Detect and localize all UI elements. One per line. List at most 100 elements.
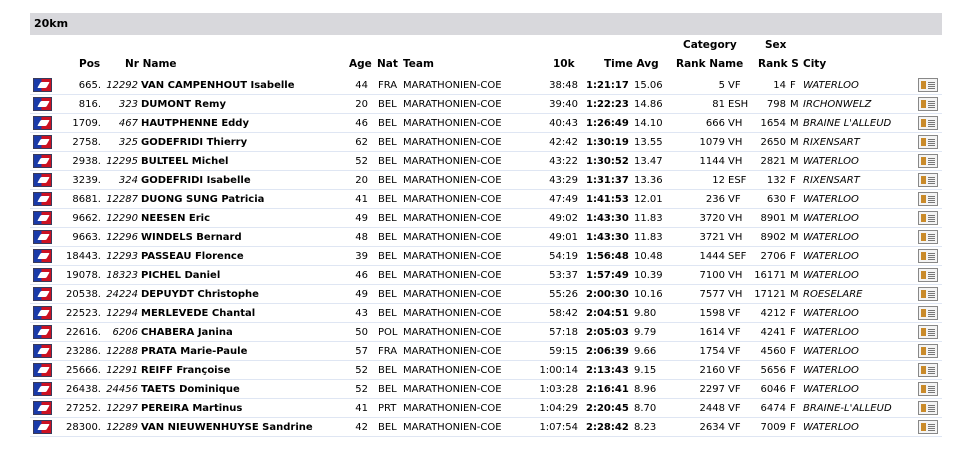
cell-nat: BEL: [378, 365, 397, 376]
cell-city: RIXENSART: [803, 175, 860, 186]
runner-flag-icon[interactable]: [33, 135, 52, 149]
cell-10k: 54:19: [549, 251, 578, 262]
certificate-icon[interactable]: [918, 78, 938, 92]
cell-nat: FRA: [378, 346, 398, 357]
cell-team: MARATHONIEN-COE: [403, 270, 502, 281]
cell-rank-s: 4212: [760, 308, 786, 319]
cell-city: WATERLOO: [803, 308, 859, 319]
cell-time: 1:43:30: [586, 232, 629, 243]
certificate-icon[interactable]: [918, 401, 938, 415]
runner-flag-icon[interactable]: [33, 325, 52, 339]
cell-category: VH: [728, 137, 743, 148]
cell-time: 1:43:30: [586, 213, 629, 224]
cell-avg: 8.70: [634, 403, 657, 414]
cell-team: MARATHONIEN-COE: [403, 327, 502, 338]
cell-nr: 18323: [106, 270, 138, 281]
runner-flag-icon[interactable]: [33, 192, 52, 206]
runner-flag-icon[interactable]: [33, 211, 52, 225]
cell-age: 39: [355, 251, 368, 262]
certificate-icon[interactable]: [918, 211, 938, 225]
cell-age: 20: [355, 99, 368, 110]
cell-pos: 18443.: [66, 251, 101, 262]
cell-time: 2:28:42: [586, 422, 629, 433]
cell-rank: 2634: [699, 422, 725, 433]
header-age: Age: [349, 58, 372, 70]
certificate-icon[interactable]: [918, 344, 938, 358]
certificate-icon[interactable]: [918, 97, 938, 111]
runner-flag-icon[interactable]: [33, 249, 52, 263]
runner-flag-icon[interactable]: [33, 268, 52, 282]
cell-name: GODEFRIDI Isabelle: [141, 175, 251, 186]
cell-city: WATERLOO: [803, 422, 859, 433]
certificate-icon[interactable]: [918, 363, 938, 377]
cell-rank: 2297: [699, 384, 725, 395]
cell-10k: 49:02: [549, 213, 578, 224]
cell-avg: 14.86: [634, 99, 663, 110]
runner-flag-icon[interactable]: [33, 363, 52, 377]
cell-name: BULTEEL Michel: [141, 156, 229, 167]
table-row: 28300. 12289 VAN NIEUWENHUYSE Sandrine 42 BE…: [30, 418, 942, 437]
cell-pos: 1709.: [72, 118, 101, 129]
runner-flag-icon[interactable]: [33, 401, 52, 415]
table-row: 1709. 467 HAUTPHENNE Eddy 46 BEL MARATHONIEN-…: [30, 114, 942, 133]
cell-sex: F: [790, 327, 796, 338]
cell-team: MARATHONIEN-COE: [403, 175, 502, 186]
runner-flag-icon[interactable]: [33, 344, 52, 358]
cell-pos: 20538.: [66, 289, 101, 300]
cell-team: MARATHONIEN-COE: [403, 80, 502, 91]
cell-avg: 10.16: [634, 289, 663, 300]
certificate-icon[interactable]: [918, 116, 938, 130]
certificate-icon[interactable]: [918, 306, 938, 320]
certificate-icon[interactable]: [918, 154, 938, 168]
header-nat: Nat: [377, 58, 398, 70]
cell-category: VH: [728, 232, 743, 243]
certificate-icon[interactable]: [918, 287, 938, 301]
certificate-icon[interactable]: [918, 230, 938, 244]
certificate-icon[interactable]: [918, 192, 938, 206]
cell-time: 2:04:51: [586, 308, 629, 319]
cell-rank-s: 7009: [760, 422, 786, 433]
cell-pos: 22523.: [66, 308, 101, 319]
cell-rank-s: 16171: [754, 270, 786, 281]
cell-rank-s: 8901: [760, 213, 786, 224]
certificate-icon[interactable]: [918, 249, 938, 263]
cell-nr: 12293: [106, 251, 138, 262]
runner-flag-icon[interactable]: [33, 173, 52, 187]
cell-rank: 2448: [699, 403, 725, 414]
cell-nr: 467: [118, 118, 138, 129]
cell-rank: 12: [712, 175, 725, 186]
cell-nr: 12297: [106, 403, 138, 414]
runner-flag-icon[interactable]: [33, 230, 52, 244]
cell-nr: 24224: [106, 289, 138, 300]
cell-avg: 14.10: [634, 118, 663, 129]
cell-team: MARATHONIEN-COE: [403, 422, 502, 433]
certificate-icon[interactable]: [918, 382, 938, 396]
cell-name: PICHEL Daniel: [141, 270, 221, 281]
runner-flag-icon[interactable]: [33, 78, 52, 92]
cell-category: VF: [728, 194, 741, 205]
cell-rank: 236: [705, 194, 725, 205]
cell-name: NEESEN Eric: [141, 213, 211, 224]
cell-10k: 55:26: [549, 289, 578, 300]
certificate-icon[interactable]: [918, 325, 938, 339]
runner-flag-icon[interactable]: [33, 420, 52, 434]
cell-sex: M: [790, 118, 799, 129]
runner-flag-icon[interactable]: [33, 154, 52, 168]
runner-flag-icon[interactable]: [33, 116, 52, 130]
runner-flag-icon[interactable]: [33, 287, 52, 301]
cell-city: WATERLOO: [803, 194, 859, 205]
certificate-icon[interactable]: [918, 420, 938, 434]
cell-time: 2:06:39: [586, 346, 629, 357]
certificate-icon[interactable]: [918, 135, 938, 149]
runner-flag-icon[interactable]: [33, 382, 52, 396]
runner-flag-icon[interactable]: [33, 306, 52, 320]
runner-flag-icon[interactable]: [33, 97, 52, 111]
cell-nat: BEL: [378, 175, 397, 186]
cell-category: VF: [728, 80, 741, 91]
cell-avg: 11.83: [634, 232, 663, 243]
certificate-icon[interactable]: [918, 268, 938, 282]
certificate-icon[interactable]: [918, 173, 938, 187]
cell-rank-s: 132: [766, 175, 786, 186]
cell-team: MARATHONIEN-COE: [403, 403, 502, 414]
cell-10k: 59:15: [549, 346, 578, 357]
